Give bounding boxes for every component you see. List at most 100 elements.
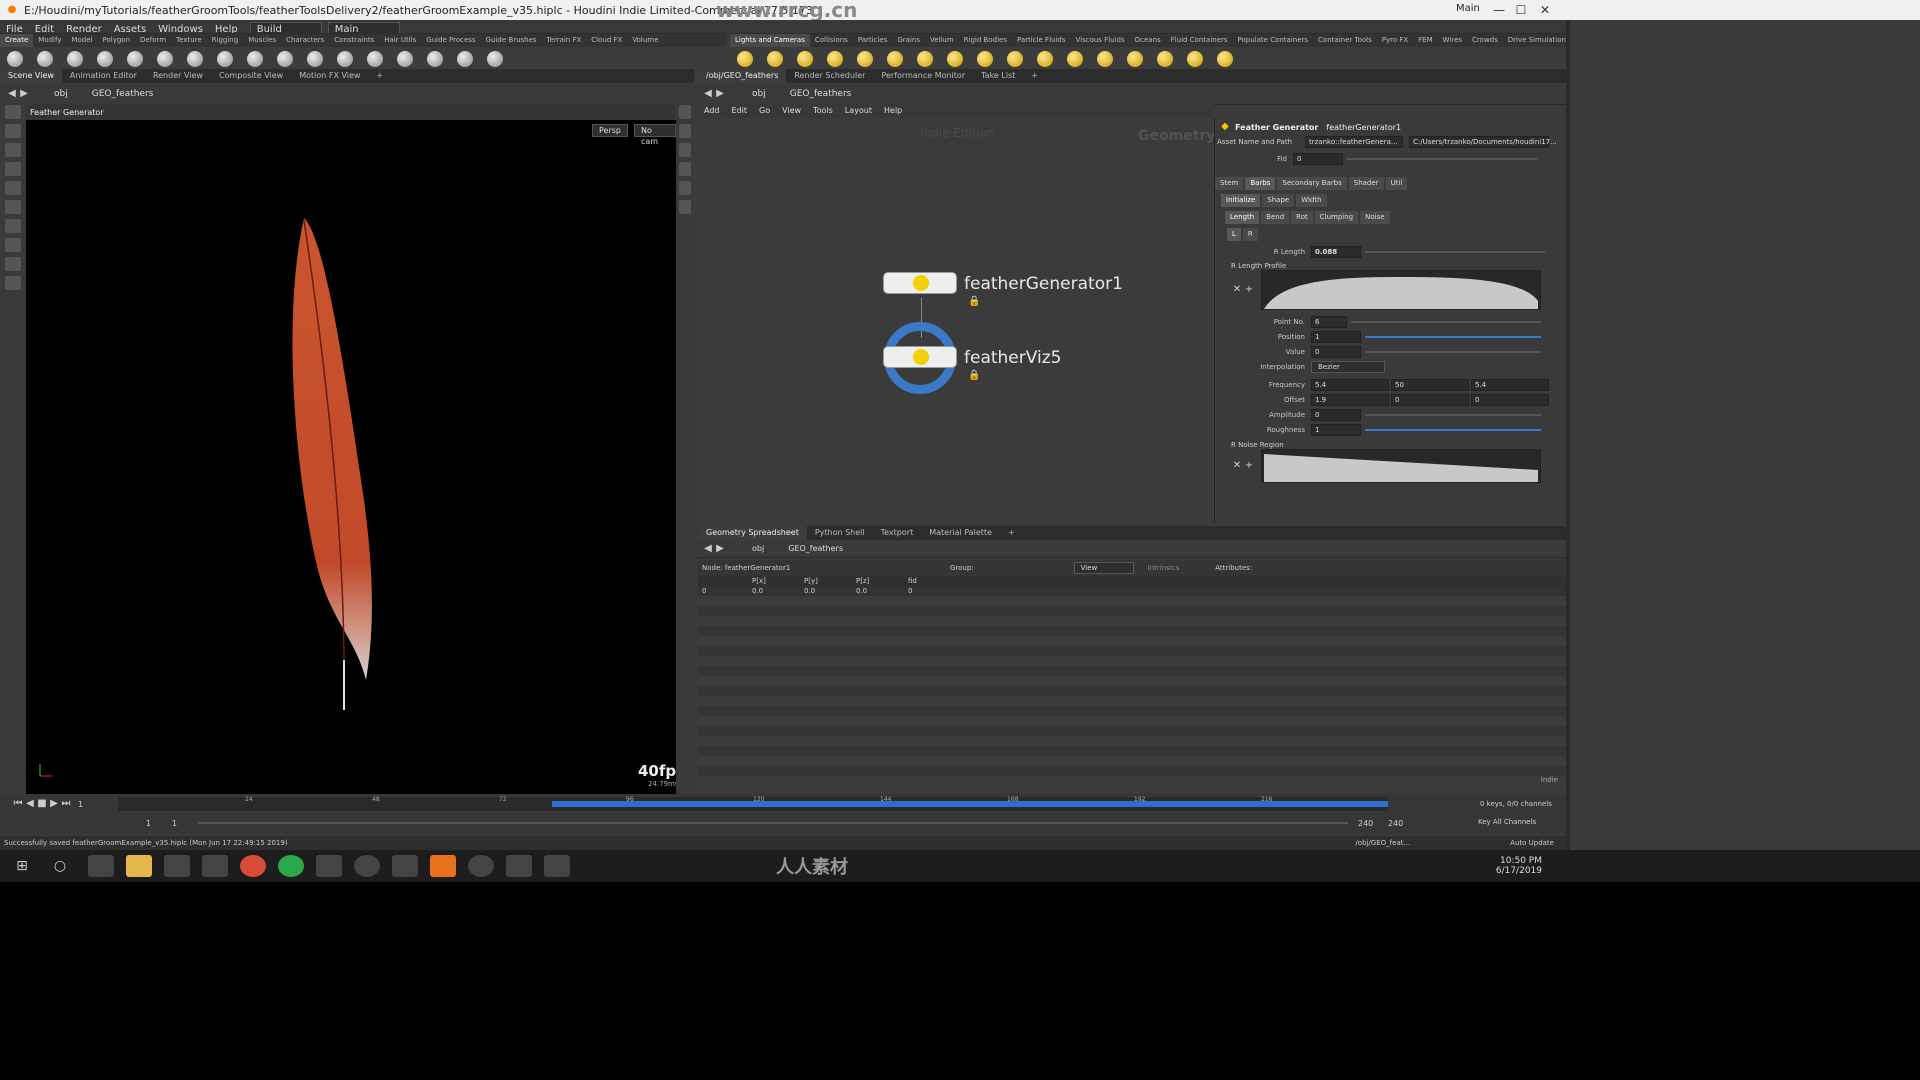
pose-tool-icon[interactable] — [5, 200, 21, 214]
amplitude-slider[interactable] — [1365, 413, 1541, 416]
magnet-tool-icon[interactable] — [5, 257, 21, 271]
lock-icon[interactable]: 🔒 — [968, 370, 980, 382]
shelf-tab-12[interactable]: Pyro FX — [1377, 34, 1413, 47]
point-no-slider[interactable] — [1351, 320, 1541, 323]
shelf-tab-0[interactable]: Lights and Cameras — [730, 34, 810, 47]
step-back-icon[interactable]: ◀ — [24, 798, 36, 810]
start-icon[interactable]: ⊞ — [12, 859, 32, 873]
tab-scene-0[interactable]: Scene View — [0, 69, 62, 83]
shelf-tab-6[interactable]: Rigging — [207, 34, 244, 47]
shelf-tab-11[interactable]: Guide Process — [421, 34, 480, 47]
tab-scene-3[interactable]: Composite View — [211, 69, 291, 83]
scene-viewport[interactable]: Persp No cam 40fps 24.79ms — [26, 120, 685, 794]
shelf-tab-7[interactable]: Muscles — [243, 34, 281, 47]
network-menu-go[interactable]: Go — [753, 104, 776, 118]
ptab-sub-shape[interactable]: Shape — [1262, 194, 1295, 207]
shelf-tab-14[interactable]: Wires — [1438, 34, 1467, 47]
display-option-icon[interactable] — [679, 143, 691, 157]
network-menu-add[interactable]: Add — [698, 104, 726, 118]
path-obj[interactable]: obj — [54, 89, 68, 99]
shelf-tab-4[interactable]: Deform — [135, 34, 171, 47]
shelf-tab-4[interactable]: Vellum — [925, 34, 959, 47]
shelf-tab-1[interactable]: Modify — [33, 34, 66, 47]
node-label-feather-viz[interactable]: featherViz5 — [964, 348, 1061, 368]
brush-tool-icon[interactable] — [5, 276, 21, 290]
display-option-icon[interactable] — [679, 200, 691, 214]
roughness-slider[interactable] — [1365, 428, 1541, 431]
ramp-remove-icon[interactable]: ✕ — [1231, 284, 1243, 296]
file-explorer-icon[interactable] — [126, 855, 152, 877]
r-length-slider[interactable] — [1365, 251, 1545, 253]
forward-icon[interactable]: ▶ — [714, 88, 726, 100]
tab-sheet-3[interactable]: Material Palette — [921, 526, 1000, 540]
shelf-tab-2[interactable]: Model — [66, 34, 97, 47]
tab-scene-2[interactable]: Render View — [145, 69, 211, 83]
store-icon[interactable] — [164, 855, 190, 877]
view-tool-icon[interactable] — [5, 219, 21, 233]
asset-path-field[interactable]: C:/Users/trzanko/Documents/houdini17... — [1409, 136, 1557, 148]
value-slider[interactable] — [1365, 350, 1541, 353]
app-icon[interactable] — [354, 855, 380, 877]
position-slider[interactable] — [1365, 335, 1541, 338]
shelf-tab-1[interactable]: Collisions — [810, 34, 853, 47]
shelf-tab-6[interactable]: Particle Fluids — [1012, 34, 1071, 47]
rotate-tool-icon[interactable] — [5, 143, 21, 157]
app-icon[interactable] — [506, 855, 532, 877]
shelf-tab-11[interactable]: Container Tools — [1313, 34, 1377, 47]
node-feather-generator[interactable] — [883, 272, 957, 294]
last-frame-icon[interactable]: ⏭ — [60, 798, 72, 810]
back-icon[interactable]: ◀ — [702, 88, 714, 100]
timeline-bar[interactable]: 24 48 72 96 120 144 168 192 216 — [118, 796, 1388, 811]
ptab-barbs-clumping[interactable]: Clumping — [1314, 211, 1359, 224]
path-geo[interactable]: GEO_feathers — [92, 89, 154, 99]
shelf-tab-16[interactable]: Drive Simulation — [1503, 34, 1571, 47]
col-px[interactable]: P[x] — [752, 577, 804, 585]
tab-network-2[interactable]: Performance Monitor — [873, 69, 973, 83]
fid-slider[interactable] — [1347, 158, 1537, 160]
select-tool-icon[interactable] — [5, 105, 21, 119]
snap-tool-icon[interactable] — [5, 238, 21, 252]
stop-icon[interactable]: ■ — [36, 798, 48, 810]
shelf-tab-14[interactable]: Cloud FX — [586, 34, 627, 47]
shelf-tab-8[interactable]: Oceans — [1130, 34, 1166, 47]
ptab-main-barbs[interactable]: Barbs — [1245, 177, 1276, 190]
shelf-tab-3[interactable]: Grains — [892, 34, 925, 47]
display-option-icon[interactable] — [679, 124, 691, 138]
range-end-2[interactable]: 240 — [1388, 819, 1418, 828]
shelf-tab-7[interactable]: Viscous Fluids — [1071, 34, 1130, 47]
tab-network-1[interactable]: Render Scheduler — [786, 69, 873, 83]
tab-scene-1[interactable]: Animation Editor — [62, 69, 145, 83]
chrome-icon[interactable] — [240, 855, 266, 877]
houdini-icon[interactable] — [430, 855, 456, 877]
add-tab-icon[interactable]: + — [1023, 69, 1046, 83]
app-icon[interactable] — [316, 855, 342, 877]
display-option-icon[interactable] — [679, 181, 691, 195]
ptab-main-stem[interactable]: Stem — [1215, 177, 1244, 190]
ptab-main-util[interactable]: Util — [1385, 177, 1408, 190]
shelf-tab-5[interactable]: Texture — [171, 34, 207, 47]
value-field[interactable]: 0 — [1311, 345, 1361, 358]
r-length-profile-ramp[interactable] — [1261, 270, 1541, 310]
interpolation-dropdown[interactable]: Bezier — [1311, 361, 1385, 373]
display-option-icon[interactable] — [679, 105, 691, 119]
offset-y-field[interactable]: 0 — [1391, 393, 1469, 406]
ptab-barbs-bend[interactable]: Bend — [1261, 211, 1290, 224]
back-icon[interactable]: ◀ — [702, 543, 714, 555]
sheet-path-geo[interactable]: GEO_feathers — [788, 544, 843, 553]
status-path[interactable]: /obj/GEO_feat... — [1355, 836, 1410, 850]
play-icon[interactable]: ▶ — [48, 798, 60, 810]
r-length-field[interactable]: 0.088 — [1311, 246, 1361, 258]
node-feather-viz[interactable] — [883, 346, 957, 368]
forward-icon[interactable]: ▶ — [18, 88, 30, 100]
ptab-main-secondary-barbs[interactable]: Secondary Barbs — [1277, 177, 1347, 190]
point-no-field[interactable]: 6 — [1311, 315, 1347, 328]
shelf-tab-10[interactable]: Populate Containers — [1233, 34, 1314, 47]
net-path-obj[interactable]: obj — [752, 89, 766, 99]
shelf-tab-13[interactable]: Terrain FX — [542, 34, 587, 47]
ptab-side-r[interactable]: R — [1242, 228, 1258, 241]
frequency-z-field[interactable]: 5.4 — [1471, 378, 1549, 391]
add-tab-icon[interactable]: + — [1000, 526, 1023, 540]
tab-scene-4[interactable]: Motion FX View — [291, 69, 368, 83]
shelf-tab-0[interactable]: Create — [0, 34, 34, 47]
roughness-field[interactable]: 1 — [1311, 423, 1361, 436]
